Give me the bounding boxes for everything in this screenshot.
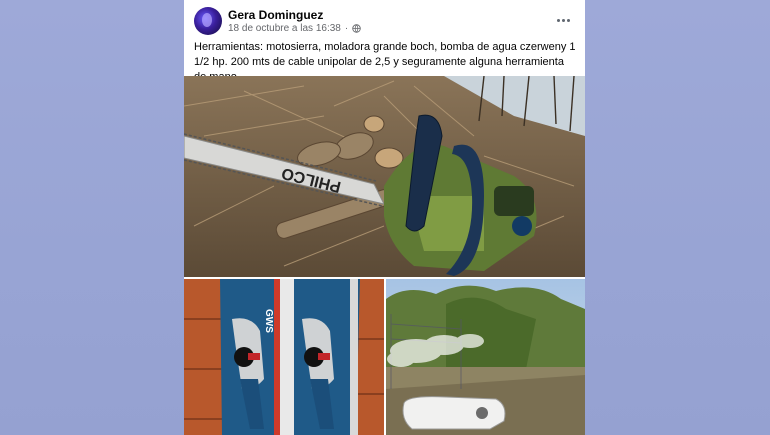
globe-icon (352, 24, 361, 33)
background-right (585, 0, 770, 435)
post-header: Gera Dominguez 18 de octubre a las 16:38… (184, 0, 585, 40)
post-meta: 18 de octubre a las 16:38 · (228, 23, 361, 34)
more-options-button[interactable] (553, 10, 573, 30)
author-name[interactable]: Gera Dominguez (228, 8, 323, 22)
photo-chainsaw[interactable]: PHILCO (184, 76, 585, 277)
more-horizontal-icon (556, 18, 570, 22)
photo-grinder-boxes[interactable]: GWS (184, 279, 384, 435)
avatar[interactable] (194, 7, 222, 35)
facebook-post: Gera Dominguez 18 de octubre a las 16:38… (184, 0, 585, 435)
timestamp[interactable]: 18 de octubre a las 16:38 (228, 23, 341, 34)
photo-water-pump[interactable] (386, 279, 585, 435)
meta-separator: · (344, 23, 349, 34)
background-left (0, 0, 184, 435)
grinder-box-label: GWS (263, 309, 274, 333)
